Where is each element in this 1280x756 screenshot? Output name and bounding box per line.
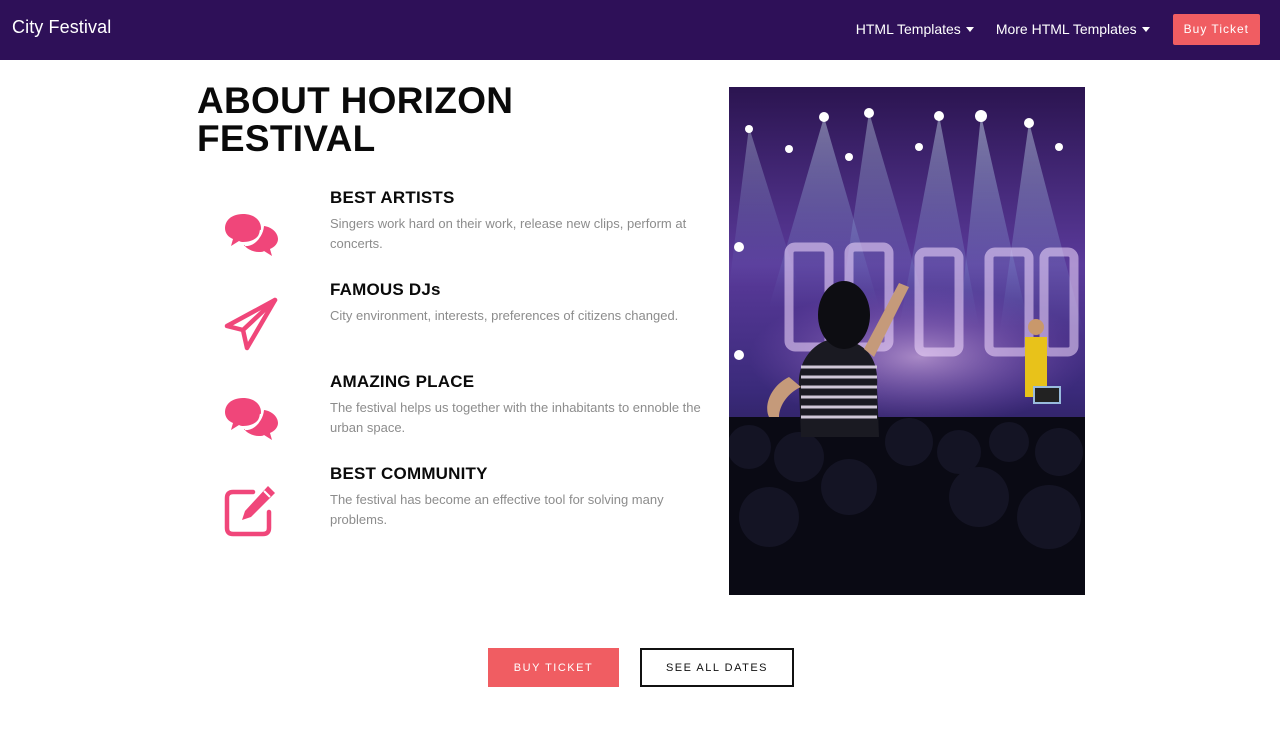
buy-ticket-button[interactable]: BUY TICKET [488,648,619,687]
feature-item: AMAZING PLACE The festival helps us toge… [197,372,717,452]
feature-title: AMAZING PLACE [330,372,475,391]
feature-description: The festival has become an effective too… [330,492,664,527]
nav-html-templates-label: HTML Templates [855,21,961,37]
caret-down-icon [1141,27,1150,32]
feature-item: BEST COMMUNITY The festival has become a… [197,464,717,544]
brand-logo[interactable]: City Festival [12,17,111,38]
feature-description: City environment, interests, preferences… [330,308,679,323]
chat-bubbles-icon [225,214,278,256]
about-title: ABOUT HORIZON FESTIVAL [197,80,514,159]
chat-bubbles-icon [225,398,278,440]
concert-crowd-photo [729,87,1085,595]
feature-item: BEST ARTISTS Singers work hard on their … [197,188,717,268]
feature-title: BEST ARTISTS [330,188,455,207]
feature-description: Singers work hard on their work, release… [330,216,687,251]
paper-plane-icon [224,297,278,351]
feature-title: BEST COMMUNITY [330,464,488,483]
feature-description: The festival helps us together with the … [330,400,701,435]
nav-more-html-templates-label: More HTML Templates [995,21,1137,37]
feature-item: FAMOUS DJs City environment, interests, … [197,280,717,360]
nav-buy-ticket-button[interactable]: Buy Ticket [1172,13,1260,45]
see-all-dates-button[interactable]: SEE ALL DATES [640,648,794,687]
nav-html-templates[interactable]: HTML Templates [856,13,974,45]
nav-links: HTML Templates More HTML Templates Buy T… [856,13,1260,45]
feature-title: FAMOUS DJs [330,280,441,299]
nav-more-html-templates[interactable]: More HTML Templates [996,13,1150,45]
caret-down-icon [965,27,974,32]
edit-square-icon [224,486,275,537]
top-navbar: City Festival HTML Templates More HTML T… [0,0,1280,60]
